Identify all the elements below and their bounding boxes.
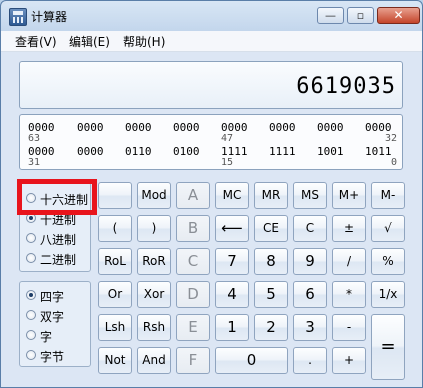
bit-group[interactable]: 0110: [125, 145, 152, 158]
hex-highlight-box: [17, 179, 97, 215]
bit-index: 31: [28, 157, 41, 168]
multiply-key[interactable]: *: [332, 281, 366, 308]
xor-key[interactable]: Xor: [137, 281, 171, 308]
hex-e-key[interactable]: E: [176, 314, 210, 341]
minimize-button[interactable]: —: [317, 7, 344, 24]
decimal-key[interactable]: .: [293, 347, 327, 374]
bit-display: 0000 0000 0000 0000 0000 0000 0000 0000 …: [19, 114, 403, 170]
menu-help[interactable]: 帮助(H): [123, 33, 165, 50]
bit-index: 32: [385, 133, 398, 144]
digit-8-key[interactable]: 8: [254, 248, 288, 275]
radio-button-selected-icon: [26, 290, 36, 300]
mr-key[interactable]: MR: [254, 182, 288, 209]
rsh-key[interactable]: Rsh: [137, 314, 171, 341]
rol-key[interactable]: RoL: [98, 248, 132, 275]
bit-group[interactable]: 1011: [365, 145, 392, 158]
digit-0-key[interactable]: 0: [215, 347, 288, 374]
radio-button-icon: [26, 253, 36, 263]
minimize-icon: —: [325, 9, 336, 22]
digit-4-key[interactable]: 4: [215, 281, 249, 308]
plus-key[interactable]: +: [332, 347, 366, 374]
m-minus-key[interactable]: M-: [371, 182, 405, 209]
digit-5-key[interactable]: 5: [254, 281, 288, 308]
hex-a-key[interactable]: A: [176, 182, 210, 209]
or-key[interactable]: Or: [98, 281, 132, 308]
lsh-key[interactable]: Lsh: [98, 314, 132, 341]
title-bar[interactable]: 计算器 — ▫ ✕: [1, 1, 422, 31]
menu-bar: 查看(V) 编辑(E) 帮助(H): [1, 31, 422, 52]
clear-key[interactable]: C: [293, 215, 327, 242]
ms-key[interactable]: MS: [293, 182, 327, 209]
bit-group[interactable]: 0000: [125, 121, 152, 134]
mc-key[interactable]: MC: [215, 182, 249, 209]
radio-button-icon: [26, 310, 36, 320]
and-key[interactable]: And: [137, 347, 171, 374]
menu-view[interactable]: 查看(V): [15, 33, 57, 50]
blank-key: [98, 182, 132, 209]
left-paren-key[interactable]: (: [98, 215, 132, 242]
backspace-key[interactable]: ⟵: [215, 215, 249, 242]
minus-key[interactable]: -: [332, 314, 366, 341]
maximize-icon: ▫: [356, 9, 365, 22]
bit-index: 63: [28, 133, 41, 144]
ror-key[interactable]: RoR: [137, 248, 171, 275]
percent-key[interactable]: %: [371, 248, 405, 275]
calculator-app-icon: [9, 8, 27, 26]
bit-index: 47: [221, 133, 234, 144]
digit-9-key[interactable]: 9: [293, 248, 327, 275]
digit-7-key[interactable]: 7: [215, 248, 249, 275]
hex-c-key[interactable]: C: [176, 248, 210, 275]
equals-key[interactable]: =: [371, 314, 405, 380]
plus-minus-key[interactable]: ±: [332, 215, 366, 242]
word-size-radio-group: 四字 双字 字 字节: [19, 281, 91, 367]
radio-button-icon: [26, 330, 36, 340]
hex-d-key[interactable]: D: [176, 281, 210, 308]
radio-button-icon: [26, 350, 36, 360]
close-button[interactable]: ✕: [377, 7, 420, 24]
bit-group[interactable]: 0100: [173, 145, 200, 158]
digit-1-key[interactable]: 1: [215, 314, 249, 341]
hex-b-key[interactable]: B: [176, 215, 210, 242]
display: 6619035: [19, 61, 403, 109]
bit-group[interactable]: 1001: [317, 145, 344, 158]
window-title: 计算器: [31, 10, 68, 24]
display-value: 6619035: [296, 74, 396, 99]
right-paren-key[interactable]: ): [137, 215, 171, 242]
digit-2-key[interactable]: 2: [254, 314, 288, 341]
close-icon: ✕: [393, 8, 404, 22]
sqrt-key[interactable]: √: [371, 215, 405, 242]
maximize-button[interactable]: ▫: [347, 7, 374, 24]
bit-group[interactable]: 0000: [173, 121, 200, 134]
mod-key[interactable]: Mod: [137, 182, 171, 209]
reciprocal-key[interactable]: 1/x: [371, 281, 405, 308]
radio-button-icon: [26, 233, 36, 243]
calculator-window: 计算器 — ▫ ✕ 查看(V) 编辑(E) 帮助(H) 6619035 0000…: [0, 0, 423, 388]
bit-index: 15: [221, 157, 234, 168]
bit-index: 0: [391, 157, 398, 168]
digit-3-key[interactable]: 3: [293, 314, 327, 341]
hex-f-key[interactable]: F: [176, 347, 210, 374]
bit-group[interactable]: 0000: [269, 121, 296, 134]
bit-group[interactable]: 1111: [269, 145, 296, 158]
not-key[interactable]: Not: [98, 347, 132, 374]
m-plus-key[interactable]: M+: [332, 182, 366, 209]
digit-6-key[interactable]: 6: [293, 281, 327, 308]
bit-group[interactable]: 0000: [77, 121, 104, 134]
bit-group[interactable]: 0000: [77, 145, 104, 158]
menu-edit[interactable]: 编辑(E): [69, 33, 110, 50]
ce-key[interactable]: CE: [254, 215, 288, 242]
bit-group[interactable]: 0000: [317, 121, 344, 134]
divide-key[interactable]: /: [332, 248, 366, 275]
